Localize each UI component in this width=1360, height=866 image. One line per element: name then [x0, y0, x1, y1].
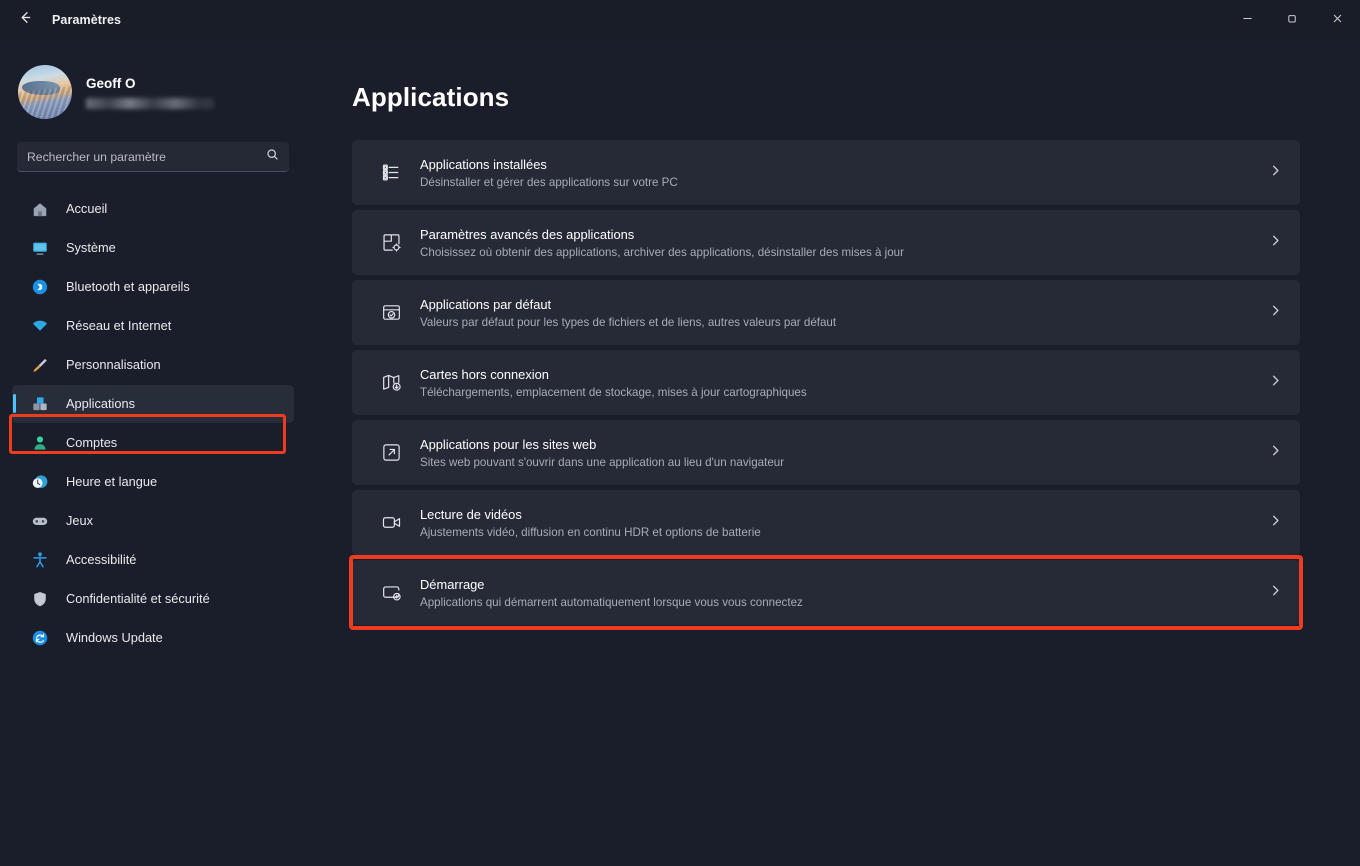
- close-button[interactable]: [1315, 0, 1360, 40]
- sidebar-item-label: Bluetooth et appareils: [66, 279, 190, 294]
- close-icon: [1332, 11, 1343, 29]
- row-title: Applications installées: [420, 156, 547, 172]
- row-subtitle: Sites web pouvant s'ouvrir dans une appl…: [420, 455, 785, 469]
- sidebar: Geoff O Accueil Système: [0, 40, 306, 866]
- gamepad-icon: [30, 511, 50, 531]
- sidebar-item-label: Confidentialité et sécurité: [66, 591, 210, 606]
- search-icon: [266, 148, 279, 166]
- chevron-right-icon: [1269, 514, 1282, 532]
- row-subtitle: Valeurs par défaut pour les types de fic…: [420, 315, 837, 329]
- bluetooth-icon: [30, 277, 50, 297]
- row-title: Applications pour les sites web: [420, 436, 597, 452]
- person-icon: [30, 433, 50, 453]
- row-parametres-avances[interactable]: Paramètres avancés des applications Choi…: [352, 210, 1300, 275]
- window-title: Paramètres: [52, 13, 122, 27]
- chevron-right-icon: [1269, 234, 1282, 252]
- row-title: Démarrage: [420, 576, 485, 592]
- minimize-button[interactable]: [1225, 0, 1270, 40]
- profile-name: Geoff O: [86, 76, 136, 91]
- sidebar-item-confidentialite[interactable]: Confidentialité et sécurité: [12, 580, 294, 618]
- display-icon: [30, 238, 50, 258]
- update-icon: [30, 628, 50, 648]
- list-bullets-icon: [376, 158, 406, 188]
- sidebar-item-reseau[interactable]: Réseau et Internet: [12, 307, 294, 345]
- row-title: Paramètres avancés des applications: [420, 226, 635, 242]
- sidebar-item-label: Comptes: [66, 435, 118, 450]
- sidebar-item-label: Heure et langue: [66, 474, 158, 489]
- apps-icon: [30, 394, 50, 414]
- sidebar-item-bluetooth[interactable]: Bluetooth et appareils: [12, 268, 294, 306]
- search-box[interactable]: [17, 142, 289, 172]
- row-lecture-de-videos[interactable]: Lecture de vidéos Ajustements vidéo, dif…: [352, 490, 1300, 555]
- window-controls: [1225, 0, 1360, 40]
- row-applications-par-defaut[interactable]: Applications par défaut Valeurs par défa…: [352, 280, 1300, 345]
- chevron-right-icon: [1269, 164, 1282, 182]
- wifi-icon: [30, 316, 50, 336]
- sidebar-item-heure-langue[interactable]: Heure et langue: [12, 463, 294, 501]
- map-download-icon: [376, 368, 406, 398]
- row-title: Cartes hors connexion: [420, 366, 549, 382]
- sidebar-item-label: Applications: [66, 396, 136, 411]
- avatar: [18, 65, 72, 119]
- user-profile[interactable]: Geoff O: [0, 50, 306, 126]
- row-subtitle: Désinstaller et gérer des applications s…: [420, 175, 678, 189]
- sidebar-item-label: Personnalisation: [66, 357, 161, 372]
- title-bar: Paramètres: [0, 0, 1360, 40]
- window-check-icon: [376, 298, 406, 328]
- main-content: Applications Applications installées Dés…: [306, 40, 1360, 866]
- app-shell: Geoff O Accueil Système: [0, 40, 1360, 866]
- sidebar-item-personnalisation[interactable]: Personnalisation: [12, 346, 294, 384]
- app-settings-gear-icon: [376, 228, 406, 258]
- sidebar-item-label: Réseau et Internet: [66, 318, 172, 333]
- sidebar-item-label: Système: [66, 240, 116, 255]
- sidebar-item-applications[interactable]: Applications: [12, 385, 294, 423]
- sidebar-item-comptes[interactable]: Comptes: [12, 424, 294, 462]
- profile-email-redacted: [86, 98, 214, 109]
- sidebar-item-jeux[interactable]: Jeux: [12, 502, 294, 540]
- row-applications-installees[interactable]: Applications installées Désinstaller et …: [352, 140, 1300, 205]
- chevron-right-icon: [1269, 444, 1282, 462]
- minimize-icon: [1242, 11, 1253, 29]
- row-applications-sites-web[interactable]: Applications pour les sites web Sites we…: [352, 420, 1300, 485]
- sidebar-item-label: Accessibilité: [66, 552, 137, 567]
- chevron-right-icon: [1269, 584, 1282, 602]
- chevron-right-icon: [1269, 304, 1282, 322]
- accessibility-icon: [30, 550, 50, 570]
- sidebar-item-systeme[interactable]: Système: [12, 229, 294, 267]
- row-subtitle: Choisissez où obtenir des applications, …: [420, 245, 904, 259]
- search-input[interactable]: [27, 149, 266, 164]
- sidebar-nav: Accueil Système Bluetooth et appareils R…: [0, 190, 306, 657]
- chevron-right-icon: [1269, 374, 1282, 392]
- sidebar-item-accueil[interactable]: Accueil: [12, 190, 294, 228]
- sidebar-item-label: Jeux: [66, 513, 94, 528]
- settings-card-list: Applications installées Désinstaller et …: [349, 140, 1303, 630]
- home-icon: [30, 199, 50, 219]
- sidebar-item-windows-update[interactable]: Windows Update: [12, 619, 294, 657]
- external-link-icon: [376, 438, 406, 468]
- row-title: Applications par défaut: [420, 296, 552, 312]
- page-title: Applications: [352, 82, 510, 112]
- row-cartes-hors-connexion[interactable]: Cartes hors connexion Téléchargements, e…: [352, 350, 1300, 415]
- video-camera-icon: [376, 508, 406, 538]
- row-demarrage[interactable]: Démarrage Applications qui démarrent aut…: [349, 555, 1303, 630]
- sidebar-item-label: Accueil: [66, 201, 108, 216]
- row-subtitle: Ajustements vidéo, diffusion en continu …: [420, 525, 761, 539]
- sidebar-item-accessibilite[interactable]: Accessibilité: [12, 541, 294, 579]
- startup-plus-icon: [376, 578, 406, 608]
- paintbrush-icon: [30, 355, 50, 375]
- shield-icon: [30, 589, 50, 609]
- back-button[interactable]: [8, 5, 42, 35]
- row-subtitle: Applications qui démarrent automatiqueme…: [420, 595, 803, 609]
- arrow-left-icon: [18, 10, 33, 30]
- maximize-icon: [1287, 11, 1298, 29]
- row-title: Lecture de vidéos: [420, 506, 522, 522]
- maximize-button[interactable]: [1270, 0, 1315, 40]
- sidebar-item-label: Windows Update: [66, 630, 163, 645]
- clock-globe-icon: [30, 472, 50, 492]
- row-subtitle: Téléchargements, emplacement de stockage…: [420, 385, 807, 399]
